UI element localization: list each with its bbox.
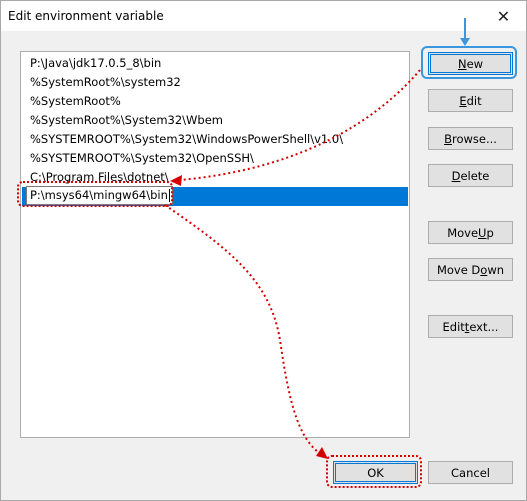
title-bar: Edit environment variable ✕ — [1, 1, 526, 31]
edit-text-button[interactable]: Edit t ext... — [428, 315, 513, 338]
cancel-button[interactable]: Cancel — [428, 461, 513, 484]
ok-button-highlight — [326, 455, 422, 488]
delete-button[interactable]: Delete — [428, 164, 513, 187]
list-item[interactable]: %SystemRoot% — [22, 92, 408, 111]
path-list[interactable]: P:\Java\jdk17.0.5_8\bin %SystemRoot%\sys… — [20, 51, 410, 438]
list-item[interactable]: %SYSTEMROOT%\System32\WindowsPowerShell\… — [22, 130, 408, 149]
list-item[interactable]: P:\Java\jdk17.0.5_8\bin — [22, 54, 408, 73]
edit-button-accel: E — [459, 93, 467, 108]
edit-button-label: dit — [466, 93, 482, 108]
edit-text-button-label: ext... — [469, 319, 499, 334]
move-down-button-accel: o — [480, 262, 488, 277]
list-item[interactable]: %SYSTEMROOT%\System32\OpenSSH\ — [22, 149, 408, 168]
cancel-button-label: Cancel — [451, 465, 490, 480]
delete-button-accel: D — [451, 168, 461, 183]
browse-button[interactable]: Browse... — [428, 127, 513, 150]
move-up-button-accel: U — [478, 225, 487, 240]
move-down-button-label: wn — [487, 262, 505, 277]
move-up-button-prefix: Move — [447, 225, 479, 240]
edit-button[interactable]: Edit — [428, 89, 513, 112]
move-up-button-label: p — [486, 225, 494, 240]
delete-button-label: elete — [460, 168, 490, 183]
close-icon: ✕ — [496, 6, 511, 26]
move-up-button[interactable]: Move Up — [428, 221, 513, 244]
browse-button-label: rowse... — [451, 131, 497, 146]
browse-button-accel: B — [444, 131, 452, 146]
list-item[interactable]: %SystemRoot%\system32 — [22, 73, 408, 92]
list-item[interactable]: %SystemRoot%\System32\Wbem — [22, 111, 408, 130]
input-highlight — [17, 181, 173, 207]
move-down-button-prefix: Move D — [436, 262, 481, 277]
new-button-highlight — [421, 46, 517, 79]
dialog-title: Edit environment variable — [8, 9, 164, 23]
edit-text-button-prefix: Edit — [442, 319, 465, 334]
close-button[interactable]: ✕ — [481, 1, 526, 31]
move-down-button[interactable]: Move Do wn — [428, 258, 513, 281]
